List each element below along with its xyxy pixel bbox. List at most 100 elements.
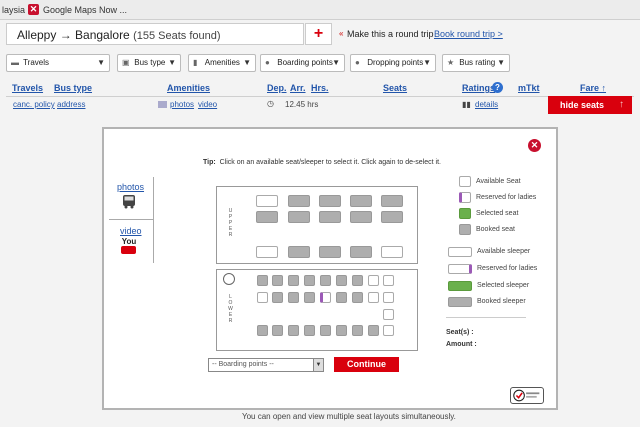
column-amenities[interactable]: Amenities bbox=[167, 83, 210, 93]
bus-seat[interactable] bbox=[257, 275, 268, 286]
bus-seat[interactable] bbox=[272, 292, 283, 303]
bus-seat[interactable] bbox=[320, 292, 331, 303]
bus-icon[interactable] bbox=[122, 195, 136, 209]
bus-seat[interactable] bbox=[352, 292, 363, 303]
sleeper-berth[interactable] bbox=[319, 195, 341, 207]
bus-seat[interactable] bbox=[383, 309, 394, 320]
modal-video-link[interactable]: video bbox=[120, 226, 142, 236]
sleeper-berth[interactable] bbox=[350, 211, 372, 223]
bus-seat[interactable] bbox=[368, 325, 379, 336]
bus-icon: ▬ bbox=[11, 58, 19, 67]
close-icon[interactable]: ✕ bbox=[528, 139, 541, 152]
bus-seat[interactable] bbox=[320, 325, 331, 336]
bookmark-google-maps[interactable]: Google Maps Now ... bbox=[43, 5, 127, 15]
bus-seat[interactable] bbox=[368, 275, 379, 286]
column-arrival[interactable]: Arr. bbox=[290, 83, 306, 93]
add-route-button[interactable]: + bbox=[305, 23, 332, 45]
filter-amenities[interactable]: ▮ Amenities ▼ bbox=[188, 54, 256, 72]
column-hours[interactable]: Hrs. bbox=[311, 83, 329, 93]
bus-seat[interactable] bbox=[304, 275, 315, 286]
dropdown-arrow-icon[interactable]: ▼ bbox=[313, 359, 323, 371]
column-travels[interactable]: Travels bbox=[12, 83, 43, 93]
header-divider bbox=[6, 96, 634, 97]
bus-seat[interactable] bbox=[336, 275, 347, 286]
legend-available-sleeper: Available sleeper bbox=[477, 248, 531, 255]
sleeper-berth[interactable] bbox=[288, 246, 310, 258]
column-seats[interactable]: Seats bbox=[383, 83, 407, 93]
boarding-points-select[interactable]: -- Boarding points -- bbox=[208, 358, 324, 372]
sleeper-berth[interactable] bbox=[350, 195, 372, 207]
sleeper-berth[interactable] bbox=[256, 195, 278, 207]
column-mticket[interactable]: mTkt bbox=[518, 83, 540, 93]
bus-seat[interactable] bbox=[383, 292, 394, 303]
cancellation-policy-link[interactable]: canc. policy bbox=[13, 100, 55, 109]
clock-icon: ◷ bbox=[267, 99, 274, 108]
legend-selected-seat-swatch bbox=[459, 208, 471, 219]
legend-reserved-ladies-sleeper-swatch bbox=[448, 264, 472, 274]
bus-seat[interactable] bbox=[368, 292, 379, 303]
bus-seat[interactable] bbox=[272, 325, 283, 336]
star-icon: ★ bbox=[447, 58, 455, 67]
address-link[interactable]: address bbox=[57, 100, 85, 109]
bus-seat[interactable] bbox=[352, 325, 363, 336]
column-bus-type[interactable]: Bus type bbox=[54, 83, 92, 93]
sleeper-berth[interactable] bbox=[256, 211, 278, 223]
sleeper-berth[interactable] bbox=[381, 211, 403, 223]
filter-bus-rating[interactable]: ★ Bus rating ▼ bbox=[442, 54, 510, 72]
amount-label: Amount : bbox=[446, 341, 477, 348]
bus-seat[interactable] bbox=[383, 325, 394, 336]
bus-seat[interactable] bbox=[288, 325, 299, 336]
bottle-icon: ▮ bbox=[193, 58, 198, 67]
bus-seat[interactable] bbox=[257, 292, 268, 303]
photo-icon bbox=[158, 101, 167, 108]
bus-seat[interactable] bbox=[304, 292, 315, 303]
side-panel-divider bbox=[109, 219, 154, 220]
bus-seat[interactable] bbox=[257, 325, 268, 336]
legend-selected-seat: Selected seat bbox=[476, 210, 519, 217]
sleeper-berth[interactable] bbox=[350, 246, 372, 258]
sleeper-berth[interactable] bbox=[256, 246, 278, 258]
filter-boarding-points[interactable]: ● Boarding points ▼ bbox=[260, 54, 345, 72]
video-link[interactable]: video bbox=[198, 100, 217, 109]
verified-badge-icon bbox=[510, 387, 544, 404]
sleeper-berth[interactable] bbox=[319, 211, 341, 223]
bus-seat[interactable] bbox=[336, 292, 347, 303]
bus-seat[interactable] bbox=[320, 275, 331, 286]
book-round-trip-link[interactable]: Book round trip > bbox=[434, 29, 503, 39]
steering-wheel-icon bbox=[223, 273, 235, 285]
legend-booked-seat-swatch bbox=[459, 224, 471, 235]
continue-button[interactable]: Continue bbox=[334, 357, 399, 372]
column-fare[interactable]: Fare ↑ bbox=[580, 83, 606, 93]
youtube-icon-you: You bbox=[121, 237, 137, 246]
youtube-icon[interactable]: You bbox=[121, 237, 137, 255]
filter-dropping-points[interactable]: ● Dropping points ▼ bbox=[350, 54, 436, 72]
column-departure[interactable]: Dep. bbox=[267, 83, 287, 93]
details-link[interactable]: details bbox=[475, 100, 498, 109]
double-arrow-icon: « bbox=[339, 29, 344, 38]
bookmark-item[interactable]: laysia bbox=[2, 5, 25, 15]
bus-seat[interactable] bbox=[288, 292, 299, 303]
bus-seat[interactable] bbox=[304, 325, 315, 336]
sleeper-berth[interactable] bbox=[288, 195, 310, 207]
help-icon[interactable]: ? bbox=[492, 82, 503, 93]
photos-link[interactable]: photos bbox=[170, 100, 194, 109]
sleeper-berth[interactable] bbox=[381, 246, 403, 258]
modal-photos-link[interactable]: photos bbox=[117, 182, 144, 192]
bus-seat[interactable] bbox=[272, 275, 283, 286]
upper-deck-label: UPPER bbox=[228, 208, 233, 238]
sleeper-berth[interactable] bbox=[381, 195, 403, 207]
maps-favicon-icon: ✕ bbox=[28, 4, 39, 15]
bus-seat[interactable] bbox=[288, 275, 299, 286]
bus-seat[interactable] bbox=[352, 275, 363, 286]
filter-bus-type[interactable]: ▣ Bus type ▼ bbox=[117, 54, 181, 72]
sleeper-berth[interactable] bbox=[319, 246, 341, 258]
sleeper-berth[interactable] bbox=[288, 211, 310, 223]
filter-travels[interactable]: ▬ Travels ▼ bbox=[6, 54, 110, 72]
bus-seat[interactable] bbox=[383, 275, 394, 286]
legend-reserved-ladies-swatch bbox=[459, 192, 471, 203]
dropdown-arrow-icon: ▼ bbox=[423, 58, 431, 67]
column-ratings[interactable]: Ratings bbox=[462, 83, 495, 93]
dropdown-arrow-icon: ▼ bbox=[497, 58, 505, 67]
bus-seat[interactable] bbox=[336, 325, 347, 336]
dropdown-arrow-icon: ▼ bbox=[97, 58, 105, 67]
